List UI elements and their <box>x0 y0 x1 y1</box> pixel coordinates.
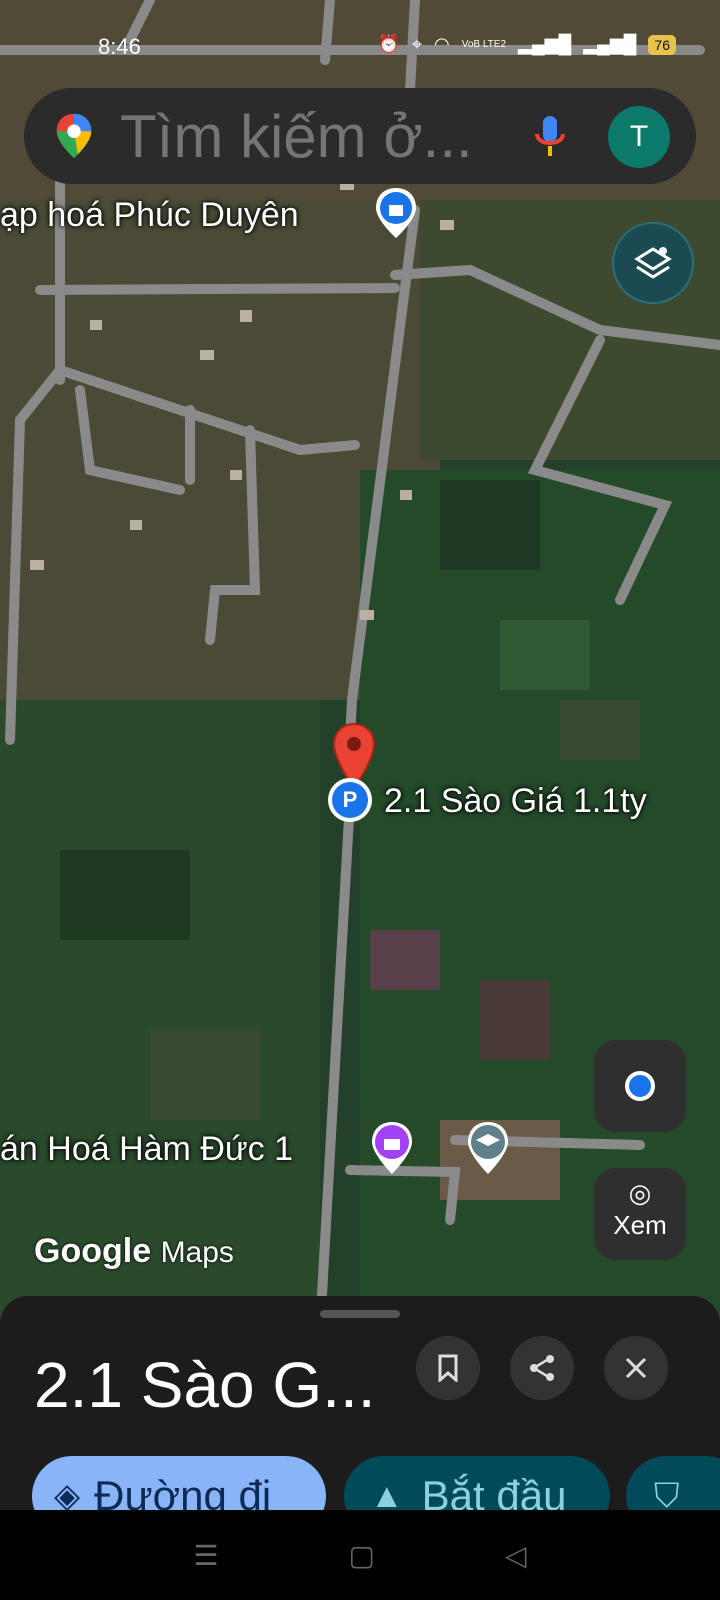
close-icon <box>625 1357 647 1379</box>
map-label-selected-place[interactable]: 2.1 Sào Giá 1.1ty <box>384 782 647 821</box>
account-avatar[interactable]: T <box>608 106 670 168</box>
signal-icon: ▂▄▆█ <box>518 34 572 54</box>
status-bar: 8:46 ⏰ ⌖ ◠ VoB LTE2 ▂▄▆█ ▂▄▆█ 76 <box>0 0 720 90</box>
network-label: VoB LTE2 <box>461 39 507 50</box>
map-label-store[interactable]: án Hoá Hàm Đức 1 <box>0 1130 293 1169</box>
svg-text:P: P <box>343 787 358 812</box>
lens-view-button[interactable]: ◎ Xem <box>594 1168 686 1260</box>
location-icon: ⌖ <box>411 34 422 54</box>
back-icon[interactable]: ◁ <box>505 1539 527 1572</box>
place-title: 2.1 Sào G... <box>34 1349 376 1421</box>
search-bar[interactable]: T <box>24 88 696 184</box>
camera-lens-icon: ◎ <box>628 1178 652 1208</box>
status-time: 8:46 <box>98 34 141 59</box>
share-icon <box>530 1355 554 1381</box>
store-icon[interactable] <box>368 1120 416 1176</box>
google-maps-pin-icon <box>56 113 92 159</box>
close-button[interactable] <box>604 1336 668 1400</box>
drag-handle[interactable] <box>320 1310 400 1318</box>
save-button[interactable] <box>416 1336 480 1400</box>
logo-maps: Maps <box>160 1236 234 1269</box>
my-location-button[interactable] <box>594 1040 686 1132</box>
status-icons: ⏰ ⌖ ◠ VoB LTE2 ▂▄▆█ ▂▄▆█ 76 <box>377 34 676 55</box>
lens-view-label: Xem <box>613 1210 667 1240</box>
logo-google: Google <box>34 1232 152 1270</box>
share-button[interactable] <box>510 1336 574 1400</box>
home-icon[interactable]: ▢ <box>349 1539 375 1572</box>
location-dot-icon <box>625 1071 655 1101</box>
bookmark-icon <box>438 1354 458 1382</box>
search-input[interactable] <box>118 100 522 172</box>
layers-icon <box>634 247 672 279</box>
shopping-bag-icon[interactable] <box>374 186 418 240</box>
recents-icon[interactable]: ☰ <box>193 1539 218 1572</box>
alarm-icon: ⏰ <box>377 34 400 54</box>
parking-icon[interactable]: P <box>326 776 374 824</box>
signal-icon-2: ▂▄▆█ <box>583 34 637 54</box>
layers-button[interactable] <box>612 222 694 304</box>
school-icon[interactable] <box>464 1120 512 1176</box>
map-label-grocery[interactable]: ạp hoá Phúc Duyên <box>0 196 299 235</box>
wifi-icon: ◠ <box>434 34 450 54</box>
system-navigation-bar: ☰ ▢ ◁ <box>0 1510 720 1600</box>
microphone-icon[interactable] <box>532 112 568 160</box>
battery-indicator: 76 <box>648 34 676 55</box>
google-maps-logo: Google Maps <box>34 1232 234 1271</box>
place-bottom-sheet[interactable]: 2.1 Sào G... ◈ Đường đi ▲ Bắt đầu ⛉ <box>0 1296 720 1536</box>
